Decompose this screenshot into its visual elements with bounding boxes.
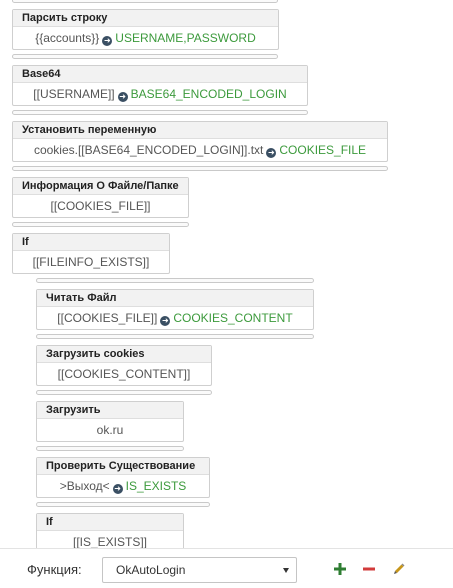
action-title: Загрузить cookies [37,346,211,363]
action-block-parse-string[interactable]: Парсить строку {{accounts}} ➜ USERNAME,PAS… [12,9,279,50]
action-output: BASE64_ENCODED_LOGIN [130,87,287,101]
action-params: [[COOKIES_FILE]] [13,195,188,217]
action-title: Загрузить [37,402,183,419]
action-title: If [37,514,183,531]
action-block-if[interactable]: If [[IS_EXISTS]] [36,513,184,548]
action-value: [[IS_EXISTS]] [72,535,148,548]
minus-icon[interactable] [362,562,376,576]
action-output: COOKIES_FILE [279,143,367,157]
action-params: cookies.[[BASE64_ENCODED_LOGIN]].txt ➜ COO… [13,139,387,161]
pencil-icon[interactable] [392,562,406,576]
action-block-file-info[interactable]: Информация О Файле/Папке [[COOKIES_FILE]… [12,177,189,218]
action-value: [[COOKIES_FILE]] [57,311,158,325]
action-block-check-exists[interactable]: Проверить Существование >Выход< ➜ IS_EXIST… [36,457,210,498]
action-block-load-cookies[interactable]: Загрузить cookies [[COOKIES_CONTENT]] [36,345,212,386]
action-title: Парсить строку [13,10,278,27]
drop-separator[interactable] [36,334,314,339]
drop-separator[interactable] [36,390,212,395]
action-title: Base64 [13,66,307,83]
function-select-value: OkAutoLogin [116,563,186,577]
drop-separator[interactable] [12,110,308,115]
action-params: [[COOKIES_FILE]] ➜ COOKIES_CONTENT [37,307,313,329]
drop-separator[interactable] [36,502,210,507]
action-value: >Выход< [59,479,110,493]
action-params: [[IS_EXISTS]] [37,531,183,548]
action-params: ok.ru [37,419,183,441]
drop-separator[interactable] [12,222,189,227]
action-value: [[COOKIES_CONTENT]] [57,367,191,381]
action-value: [[FILEINFO_EXISTS]] [32,255,150,269]
action-title: Информация О Файле/Папке [13,178,188,195]
action-params: [[FILEINFO_EXISTS]] [13,251,169,273]
drop-separator[interactable] [36,446,184,451]
action-params: >Выход< ➜ IS_EXISTS [37,475,209,497]
arrow-right-circle-icon: ➜ [112,484,123,494]
action-value: [[USERNAME]] [33,87,115,101]
drop-separator[interactable] [36,278,314,283]
chevron-down-icon [283,568,289,573]
arrow-right-circle-icon: ➜ [266,148,277,158]
action-params: [[USERNAME]] ➜ BASE64_ENCODED_LOGIN [13,83,307,105]
action-block-base64[interactable]: Base64 [[USERNAME]] ➜ BASE64_ENCODED_LOGIN [12,65,308,106]
action-value: {{accounts}} [35,31,100,45]
action-block-read-file[interactable]: Читать Файл [[COOKIES_FILE]] ➜ COOKIES_CON… [36,289,314,330]
drop-separator[interactable] [12,166,388,171]
action-block-if[interactable]: If [[FILEINFO_EXISTS]] [12,233,170,274]
plus-icon[interactable] [333,562,347,576]
action-title: If [13,234,169,251]
function-select[interactable]: OkAutoLogin [102,557,297,583]
action-canvas[interactable]: Парсить строку {{accounts}} ➜ USERNAME,PAS… [0,0,453,548]
arrow-right-circle-icon: ➜ [160,316,171,326]
action-title: Установить переменную [13,122,387,139]
arrow-right-circle-icon: ➜ [102,36,113,46]
arrow-right-circle-icon: ➜ [117,92,128,102]
function-label: Функция: [27,562,82,577]
action-value: ok.ru [96,423,124,437]
action-output: USERNAME,PASSWORD [115,31,256,45]
action-title: Читать Файл [37,290,313,307]
action-block-load-url[interactable]: Загрузить ok.ru [36,401,184,442]
function-toolbar: Функция: OkAutoLogin [0,548,453,588]
action-value: cookies.[[BASE64_ENCODED_LOGIN]].txt [33,143,264,157]
action-value: [[COOKIES_FILE]] [50,199,151,213]
action-output: COOKIES_CONTENT [173,311,293,325]
action-title: Проверить Существование [37,458,209,475]
drop-separator[interactable] [12,54,278,59]
action-output: IS_EXISTS [125,479,187,493]
action-block-set-variable[interactable]: Установить переменную cookies.[[BASE64_E… [12,121,388,162]
drop-separator[interactable] [12,0,278,3]
action-params: {{accounts}} ➜ USERNAME,PASSWORD [13,27,278,49]
action-params: [[COOKIES_CONTENT]] [37,363,211,385]
